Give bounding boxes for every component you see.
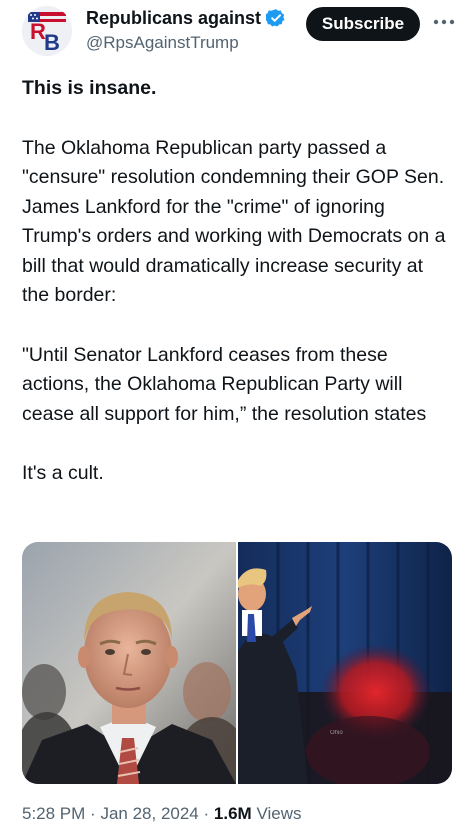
author-handle[interactable]: @RpsAgainstTrump — [86, 33, 306, 53]
subscribe-button[interactable]: Subscribe — [306, 7, 420, 41]
svg-text:B: B — [44, 30, 60, 55]
meta-separator: · — [90, 804, 96, 823]
tweet-time[interactable]: 5:28 PM — [22, 804, 85, 823]
tweet-meta: 5:28 PM · Jan 28, 2024 · 1.6M Views — [22, 804, 301, 824]
avatar-logo: R B — [22, 6, 72, 56]
display-name-row: Republicans against — [86, 6, 306, 30]
tweet-headline: This is insane. — [22, 77, 157, 99]
more-options-icon[interactable] — [430, 12, 458, 32]
avatar[interactable]: R B — [22, 6, 72, 56]
tweet-media: Ohio — [22, 542, 452, 784]
verified-badge-icon[interactable] — [266, 8, 286, 28]
author-display-name[interactable]: Republicans against — [86, 8, 261, 29]
author-names: Republicans against @RpsAgainstTrump — [86, 6, 306, 53]
media-photo-trump[interactable]: Ohio — [238, 542, 452, 784]
tweet-header: R B Republicans against @RpsAgainstTrump… — [0, 0, 474, 62]
meta-separator: · — [203, 804, 210, 823]
tweet-paragraph: The Oklahoma Republican party passed a "… — [22, 136, 446, 307]
tweet-text: This is insane. The Oklahoma Republican … — [22, 74, 452, 489]
tweet-date[interactable]: Jan 28, 2024 — [100, 804, 198, 823]
views-label: Views — [256, 804, 302, 823]
views-count: 1.6M — [213, 804, 252, 823]
tweet-closing: It's a cult. — [22, 462, 104, 484]
tweet-quote: "Until Senator Lankford ceases from thes… — [22, 343, 427, 425]
svg-text:Ohio: Ohio — [330, 730, 343, 736]
media-photo-lankford[interactable] — [22, 542, 236, 784]
